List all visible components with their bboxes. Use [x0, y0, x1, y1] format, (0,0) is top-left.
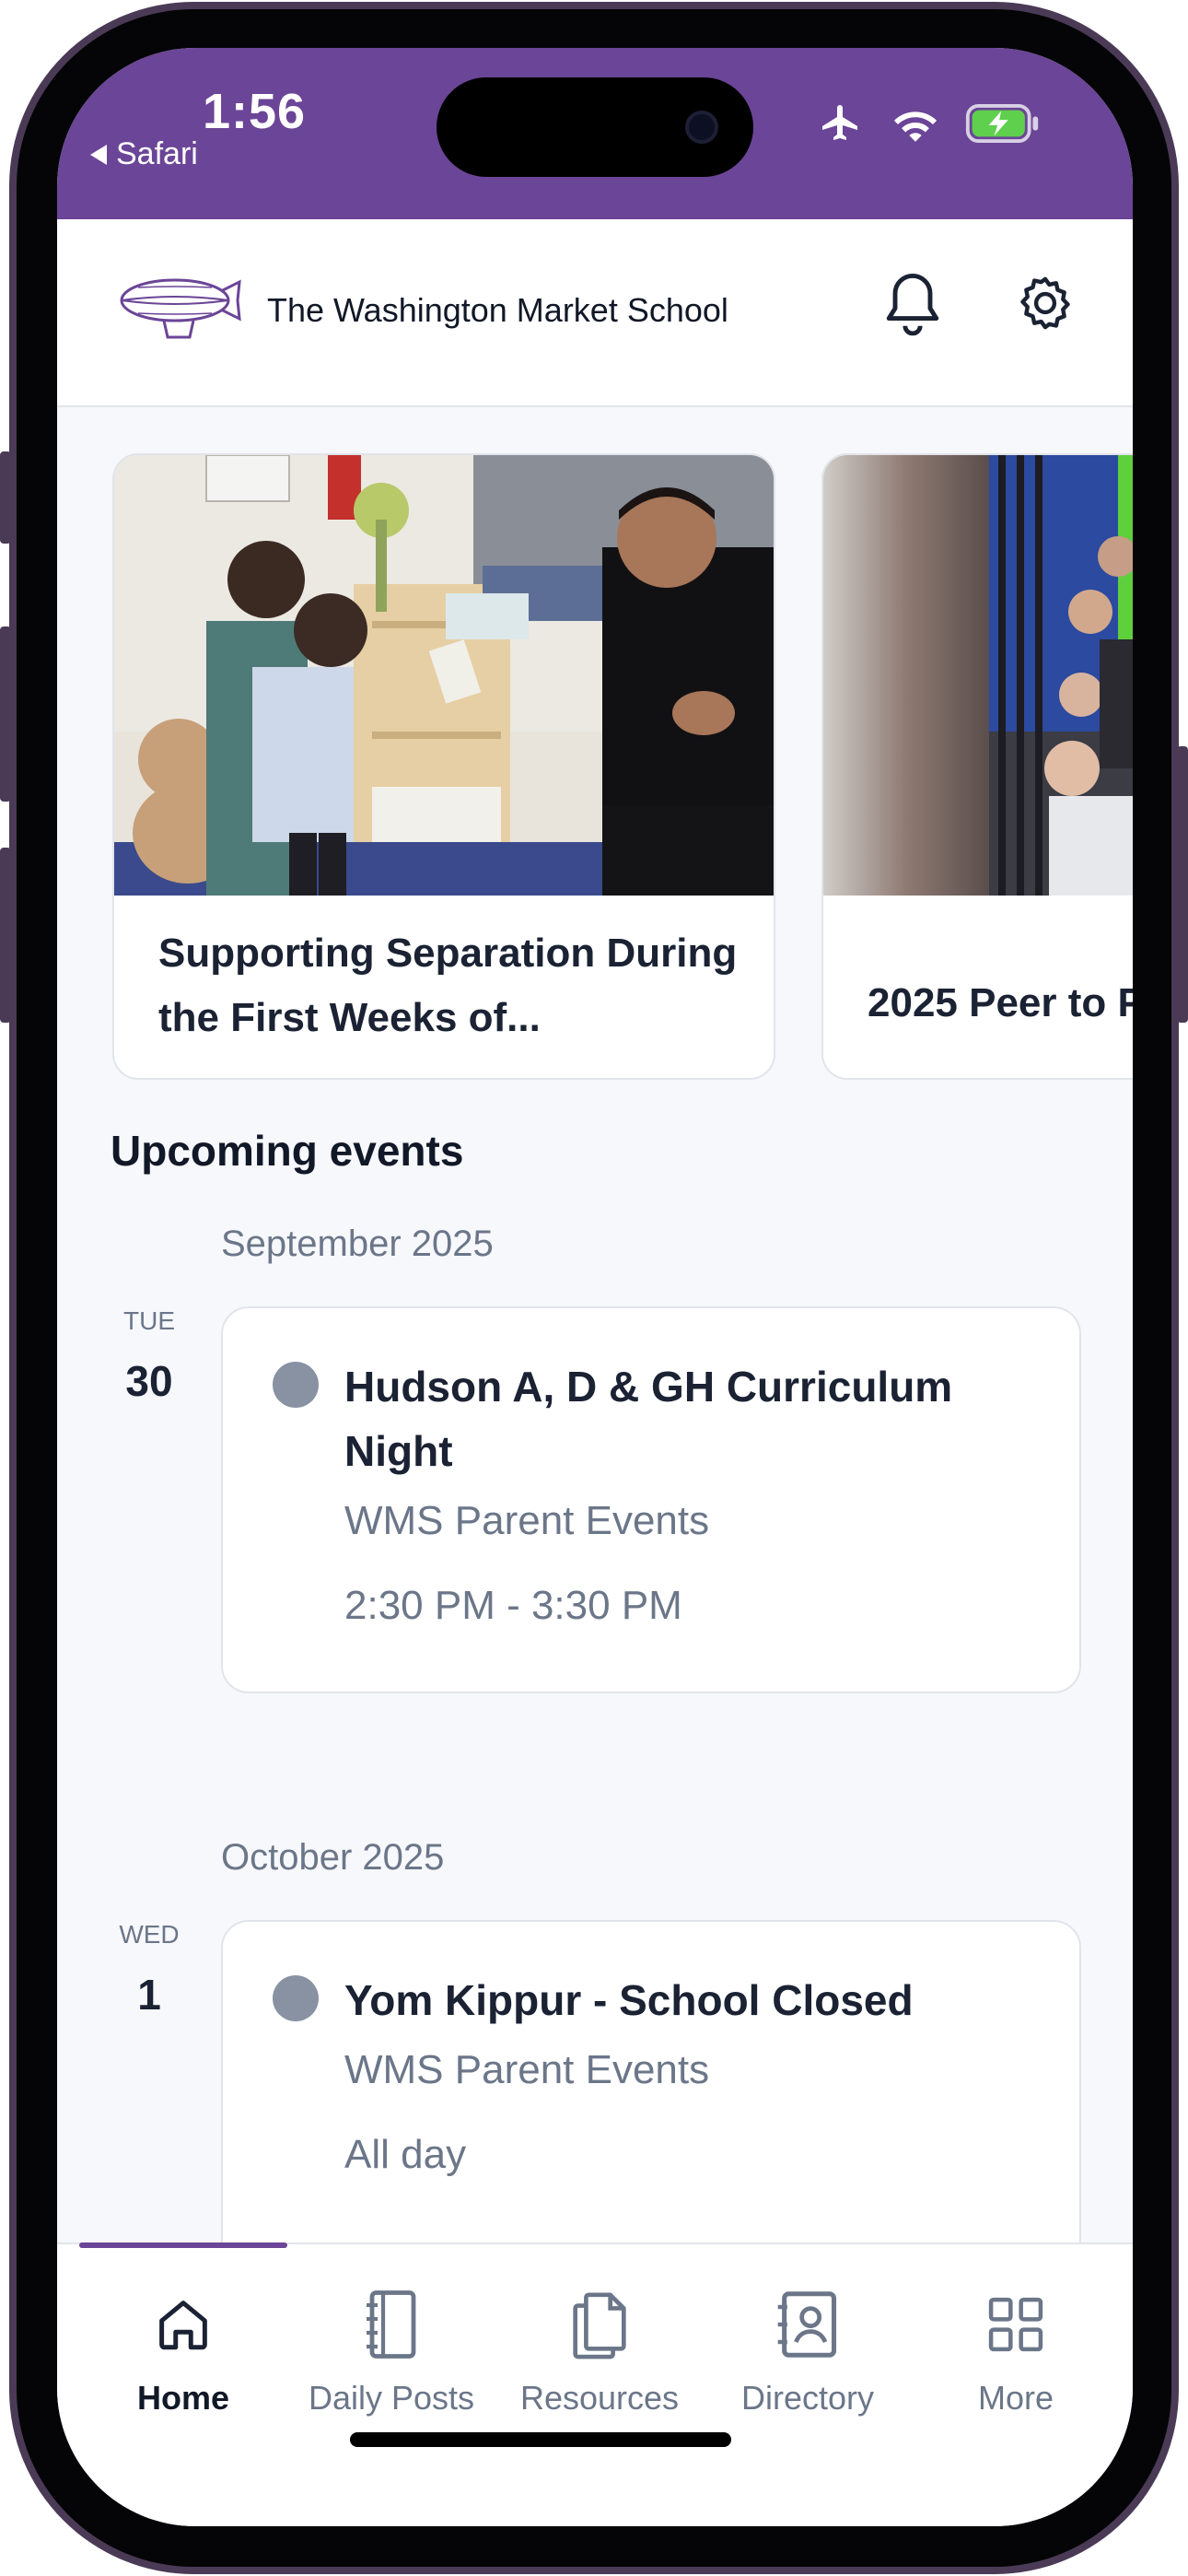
power-button — [1177, 746, 1188, 1023]
volume-down-button — [0, 848, 11, 1023]
month-label: September 2025 — [221, 1224, 494, 1264]
status-bar: 1:56 Safari — [57, 48, 1133, 219]
calendar-color-dot — [273, 1975, 319, 2021]
tab-more[interactable]: More — [912, 2283, 1120, 2418]
calendar-color-dot — [273, 1362, 319, 1408]
gear-icon[interactable] — [1015, 273, 1076, 338]
tab-label: Home — [136, 2379, 230, 2417]
tab-directory[interactable]: Directory — [704, 2283, 912, 2418]
back-arrow-icon — [90, 144, 107, 165]
back-app-label: Safari — [116, 136, 198, 171]
news-card-title: 2025 Peer to P — [868, 980, 1133, 1025]
month-label: October 2025 — [221, 1837, 445, 1878]
day-of-week: TUE — [123, 1306, 175, 1335]
action-button — [0, 451, 11, 544]
event-card[interactable]: Hudson A, D & GH Curriculum Night WMS Pa… — [221, 1306, 1081, 1693]
news-photo — [114, 455, 774, 896]
news-card[interactable]: 2025 Peer to P — [821, 453, 1133, 1080]
wifi-icon — [891, 104, 939, 147]
documents-icon — [495, 2283, 704, 2366]
home-icon — [79, 2283, 287, 2366]
upcoming-events-title: Upcoming events — [111, 1127, 464, 1175]
news-photo — [823, 455, 1133, 896]
airplane-icon — [816, 101, 866, 150]
status-icons — [816, 101, 1041, 150]
event-title: Hudson A, D & GH Curriculum Night — [344, 1363, 953, 1475]
contact-card-icon — [704, 2283, 912, 2366]
event-calendar: WMS Parent Events — [344, 2047, 710, 2092]
tab-label: More — [977, 2379, 1054, 2417]
bell-icon[interactable] — [882, 271, 943, 345]
device-frame: 1:56 Safari The Washington Market School… — [0, 0, 1188, 2576]
dynamic-island — [437, 77, 753, 177]
battery-charging-icon — [965, 104, 1041, 147]
tab-resources[interactable]: Resources — [495, 2283, 704, 2418]
day-of-week: WED — [119, 1920, 180, 1949]
blimp-icon[interactable] — [111, 269, 245, 349]
event-time: 2:30 PM - 3:30 PM — [344, 1583, 682, 1628]
day-number: 30 — [125, 1357, 173, 1405]
back-to-safari-button[interactable]: Safari — [90, 136, 198, 172]
grid-icon — [912, 2283, 1120, 2366]
home-indicator[interactable] — [350, 2432, 731, 2447]
tab-label: Resources — [519, 2379, 680, 2417]
front-camera — [685, 111, 718, 144]
tab-home[interactable]: Home — [79, 2283, 287, 2418]
news-card[interactable]: Supporting Separation During the First W… — [112, 453, 775, 1080]
active-tab-indicator — [79, 2242, 287, 2248]
app-screen: 1:56 Safari The Washington Market School… — [57, 48, 1133, 2526]
app-header: The Washington Market School — [57, 219, 1133, 407]
tab-bar: Home Daily Posts Resources Directory Mor… — [57, 2242, 1133, 2526]
tab-daily-posts[interactable]: Daily Posts — [287, 2283, 495, 2418]
day-number: 1 — [137, 1971, 161, 2019]
volume-up-button — [0, 626, 11, 802]
school-name: The Washington Market School — [267, 291, 728, 329]
tab-label: Directory — [740, 2379, 875, 2417]
notebook-icon — [287, 2283, 495, 2366]
event-time: All day — [344, 2132, 467, 2177]
status-time: 1:56 — [203, 84, 307, 139]
event-calendar: WMS Parent Events — [344, 1498, 710, 1543]
news-card-title: Supporting Separation During the First W… — [158, 931, 738, 1040]
event-title: Yom Kippur - School Closed — [344, 1976, 914, 2024]
tab-label: Daily Posts — [308, 2379, 475, 2417]
